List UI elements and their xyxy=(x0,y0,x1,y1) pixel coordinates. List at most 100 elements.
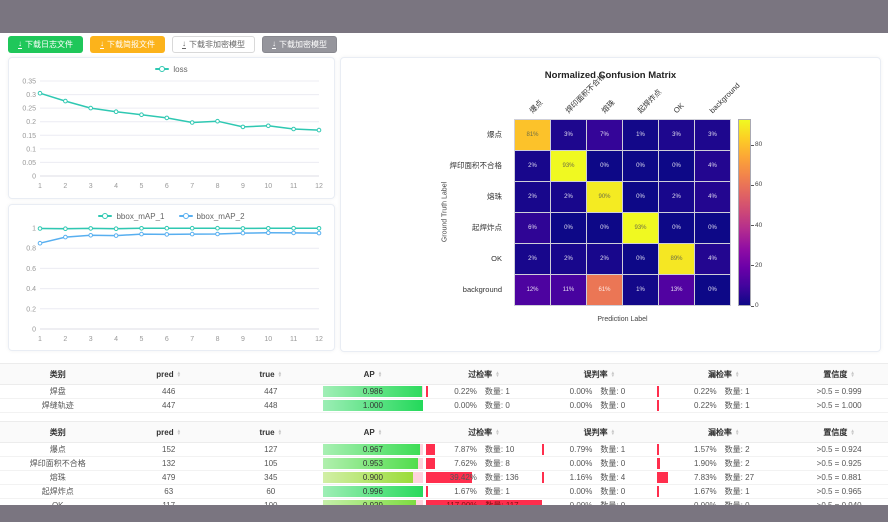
cell-ap: 0.967 xyxy=(320,443,427,457)
sort-icon[interactable]: ▲▼ xyxy=(378,429,382,436)
table-row: 爆点1521270.9677.87%数量: 100.79%数量: 11.57%数… xyxy=(0,443,888,457)
cell-miss-rate: 1.90%数量: 2 xyxy=(657,457,790,471)
column-header-label: 置信度 xyxy=(823,370,847,379)
column-header-置信度[interactable]: 置信度▲▼ xyxy=(790,364,888,385)
legend-item-bbox_mAP_1[interactable]: bbox_mAP_1 xyxy=(98,210,164,222)
svg-text:3: 3 xyxy=(89,336,93,343)
download-icon: ↓ xyxy=(100,40,104,49)
metrics-tables: 类别pred▲▼true▲▼AP▲▼过检率▲▼误判率▲▼漏检率▲▼置信度▲▼焊盘… xyxy=(0,363,888,513)
cell-misjudge-rate: 1.16%数量: 4 xyxy=(542,471,657,485)
cell-miss-rate: 7.83%数量: 27 xyxy=(657,471,790,485)
colorbar-tick-label: 20 xyxy=(755,263,762,269)
svg-text:4: 4 xyxy=(114,336,118,343)
cell-pred: 447 xyxy=(115,399,222,413)
download-button-label: 下载非加密模型 xyxy=(189,36,245,53)
legend-item-bbox_mAP_2[interactable]: bbox_mAP_2 xyxy=(179,210,245,222)
sort-icon[interactable]: ▲▼ xyxy=(850,371,854,378)
sort-icon[interactable]: ▲▼ xyxy=(735,429,739,436)
download-button-2[interactable]: ↓下载简报文件 xyxy=(90,36,165,53)
sort-icon[interactable]: ▲▼ xyxy=(378,371,382,378)
loss-chart-legend: loss xyxy=(9,63,334,75)
ap-value: 0.986 xyxy=(323,386,424,397)
matrix-column-label: OK xyxy=(672,102,685,115)
column-header-漏检率[interactable]: 漏检率▲▼ xyxy=(657,422,790,443)
column-header-true[interactable]: true▲▼ xyxy=(222,422,320,443)
colorbar-tick xyxy=(751,225,754,226)
column-header-类别: 类别 xyxy=(0,364,115,385)
download-button-label: 下载简报文件 xyxy=(107,36,155,53)
sort-icon[interactable]: ▲▼ xyxy=(278,429,282,436)
sort-icon[interactable]: ▲▼ xyxy=(177,371,181,378)
column-header-过检率[interactable]: 过检率▲▼ xyxy=(426,422,541,443)
cell-over-rate: 7.62%数量: 8 xyxy=(426,457,541,471)
colorbar-tick-label: 60 xyxy=(755,182,762,188)
cell-misjudge-rate: 0.00%数量: 0 xyxy=(542,385,657,399)
svg-text:12: 12 xyxy=(315,183,323,190)
sort-icon[interactable]: ▲▼ xyxy=(177,429,181,436)
svg-text:5: 5 xyxy=(140,336,144,343)
svg-text:1: 1 xyxy=(38,336,42,343)
column-header-pred[interactable]: pred▲▼ xyxy=(115,364,222,385)
column-header-pred[interactable]: pred▲▼ xyxy=(115,422,222,443)
svg-text:0.1: 0.1 xyxy=(26,146,36,153)
column-header-置信度[interactable]: 置信度▲▼ xyxy=(790,422,888,443)
column-header-误判率[interactable]: 误判率▲▼ xyxy=(542,364,657,385)
column-header-过检率[interactable]: 过检率▲▼ xyxy=(426,364,541,385)
legend-marker-icon xyxy=(98,215,112,217)
cell-category: 爆点 xyxy=(0,443,115,457)
cell-ap: 0.900 xyxy=(320,471,427,485)
cell-true: 127 xyxy=(222,443,320,457)
download-button-4[interactable]: ↓下载加密模型 xyxy=(262,36,337,53)
svg-text:0.6: 0.6 xyxy=(26,266,36,273)
svg-text:10: 10 xyxy=(264,183,272,190)
cell-pred: 63 xyxy=(115,485,222,499)
download-button-1[interactable]: ↓下载日志文件 xyxy=(8,36,83,53)
matrix-cell: 11% xyxy=(551,275,586,305)
map-chart-card: bbox_mAP_1bbox_mAP_2 00.20.40.60.8112345… xyxy=(8,204,335,351)
cell-over-rate: 0.22%数量: 1 xyxy=(426,385,541,399)
column-header-AP[interactable]: AP▲▼ xyxy=(320,364,427,385)
cell-misjudge-rate: 0.00%数量: 0 xyxy=(542,399,657,413)
column-header-label: 漏检率 xyxy=(708,428,732,437)
sort-icon[interactable]: ▲▼ xyxy=(611,429,615,436)
matrix-cell: 3% xyxy=(659,120,694,150)
matrix-cell: 4% xyxy=(695,182,730,212)
legend-label: bbox_mAP_1 xyxy=(116,212,164,221)
sort-icon[interactable]: ▲▼ xyxy=(735,371,739,378)
svg-text:0.25: 0.25 xyxy=(22,106,36,113)
sort-icon[interactable]: ▲▼ xyxy=(495,371,499,378)
loss-chart: 00.050.10.150.20.250.30.3512345678910111… xyxy=(9,75,334,191)
sort-icon[interactable]: ▲▼ xyxy=(278,371,282,378)
svg-text:4: 4 xyxy=(114,183,118,190)
column-header-误判率[interactable]: 误判率▲▼ xyxy=(542,422,657,443)
matrix-cell: 2% xyxy=(659,182,694,212)
matrix-cell: 0% xyxy=(695,275,730,305)
confusion-matrix-xlabel: Prediction Label xyxy=(514,316,731,323)
colorbar-tick xyxy=(751,306,754,307)
svg-text:9: 9 xyxy=(241,183,245,190)
cell-true: 448 xyxy=(222,399,320,413)
download-icon: ↓ xyxy=(182,40,186,49)
colorbar xyxy=(738,119,751,306)
ap-value: 0.953 xyxy=(323,458,424,469)
column-header-true[interactable]: true▲▼ xyxy=(222,364,320,385)
sort-icon[interactable]: ▲▼ xyxy=(850,429,854,436)
svg-text:0: 0 xyxy=(32,174,36,181)
download-button-3[interactable]: ↓下载非加密模型 xyxy=(172,36,255,53)
matrix-cell: 2% xyxy=(515,244,550,274)
cell-over-rate: 7.87%数量: 10 xyxy=(426,443,541,457)
column-header-AP[interactable]: AP▲▼ xyxy=(320,422,427,443)
svg-text:12: 12 xyxy=(315,336,323,343)
svg-text:0.05: 0.05 xyxy=(22,160,36,167)
legend-item-loss[interactable]: loss xyxy=(155,63,187,75)
column-header-label: 过检率 xyxy=(468,428,492,437)
matrix-cell: 0% xyxy=(551,213,586,243)
confusion-matrix-card: Normalized Confusion Matrix Ground Truth… xyxy=(340,57,881,352)
cell-over-rate: 39.42%数量: 136 xyxy=(426,471,541,485)
column-header-label: 置信度 xyxy=(823,428,847,437)
sort-icon[interactable]: ▲▼ xyxy=(611,371,615,378)
sort-icon[interactable]: ▲▼ xyxy=(495,429,499,436)
matrix-cell: 4% xyxy=(695,244,730,274)
column-header-漏检率[interactable]: 漏检率▲▼ xyxy=(657,364,790,385)
map-chart-legend: bbox_mAP_1 bbox_mAP_2 xyxy=(9,210,334,222)
